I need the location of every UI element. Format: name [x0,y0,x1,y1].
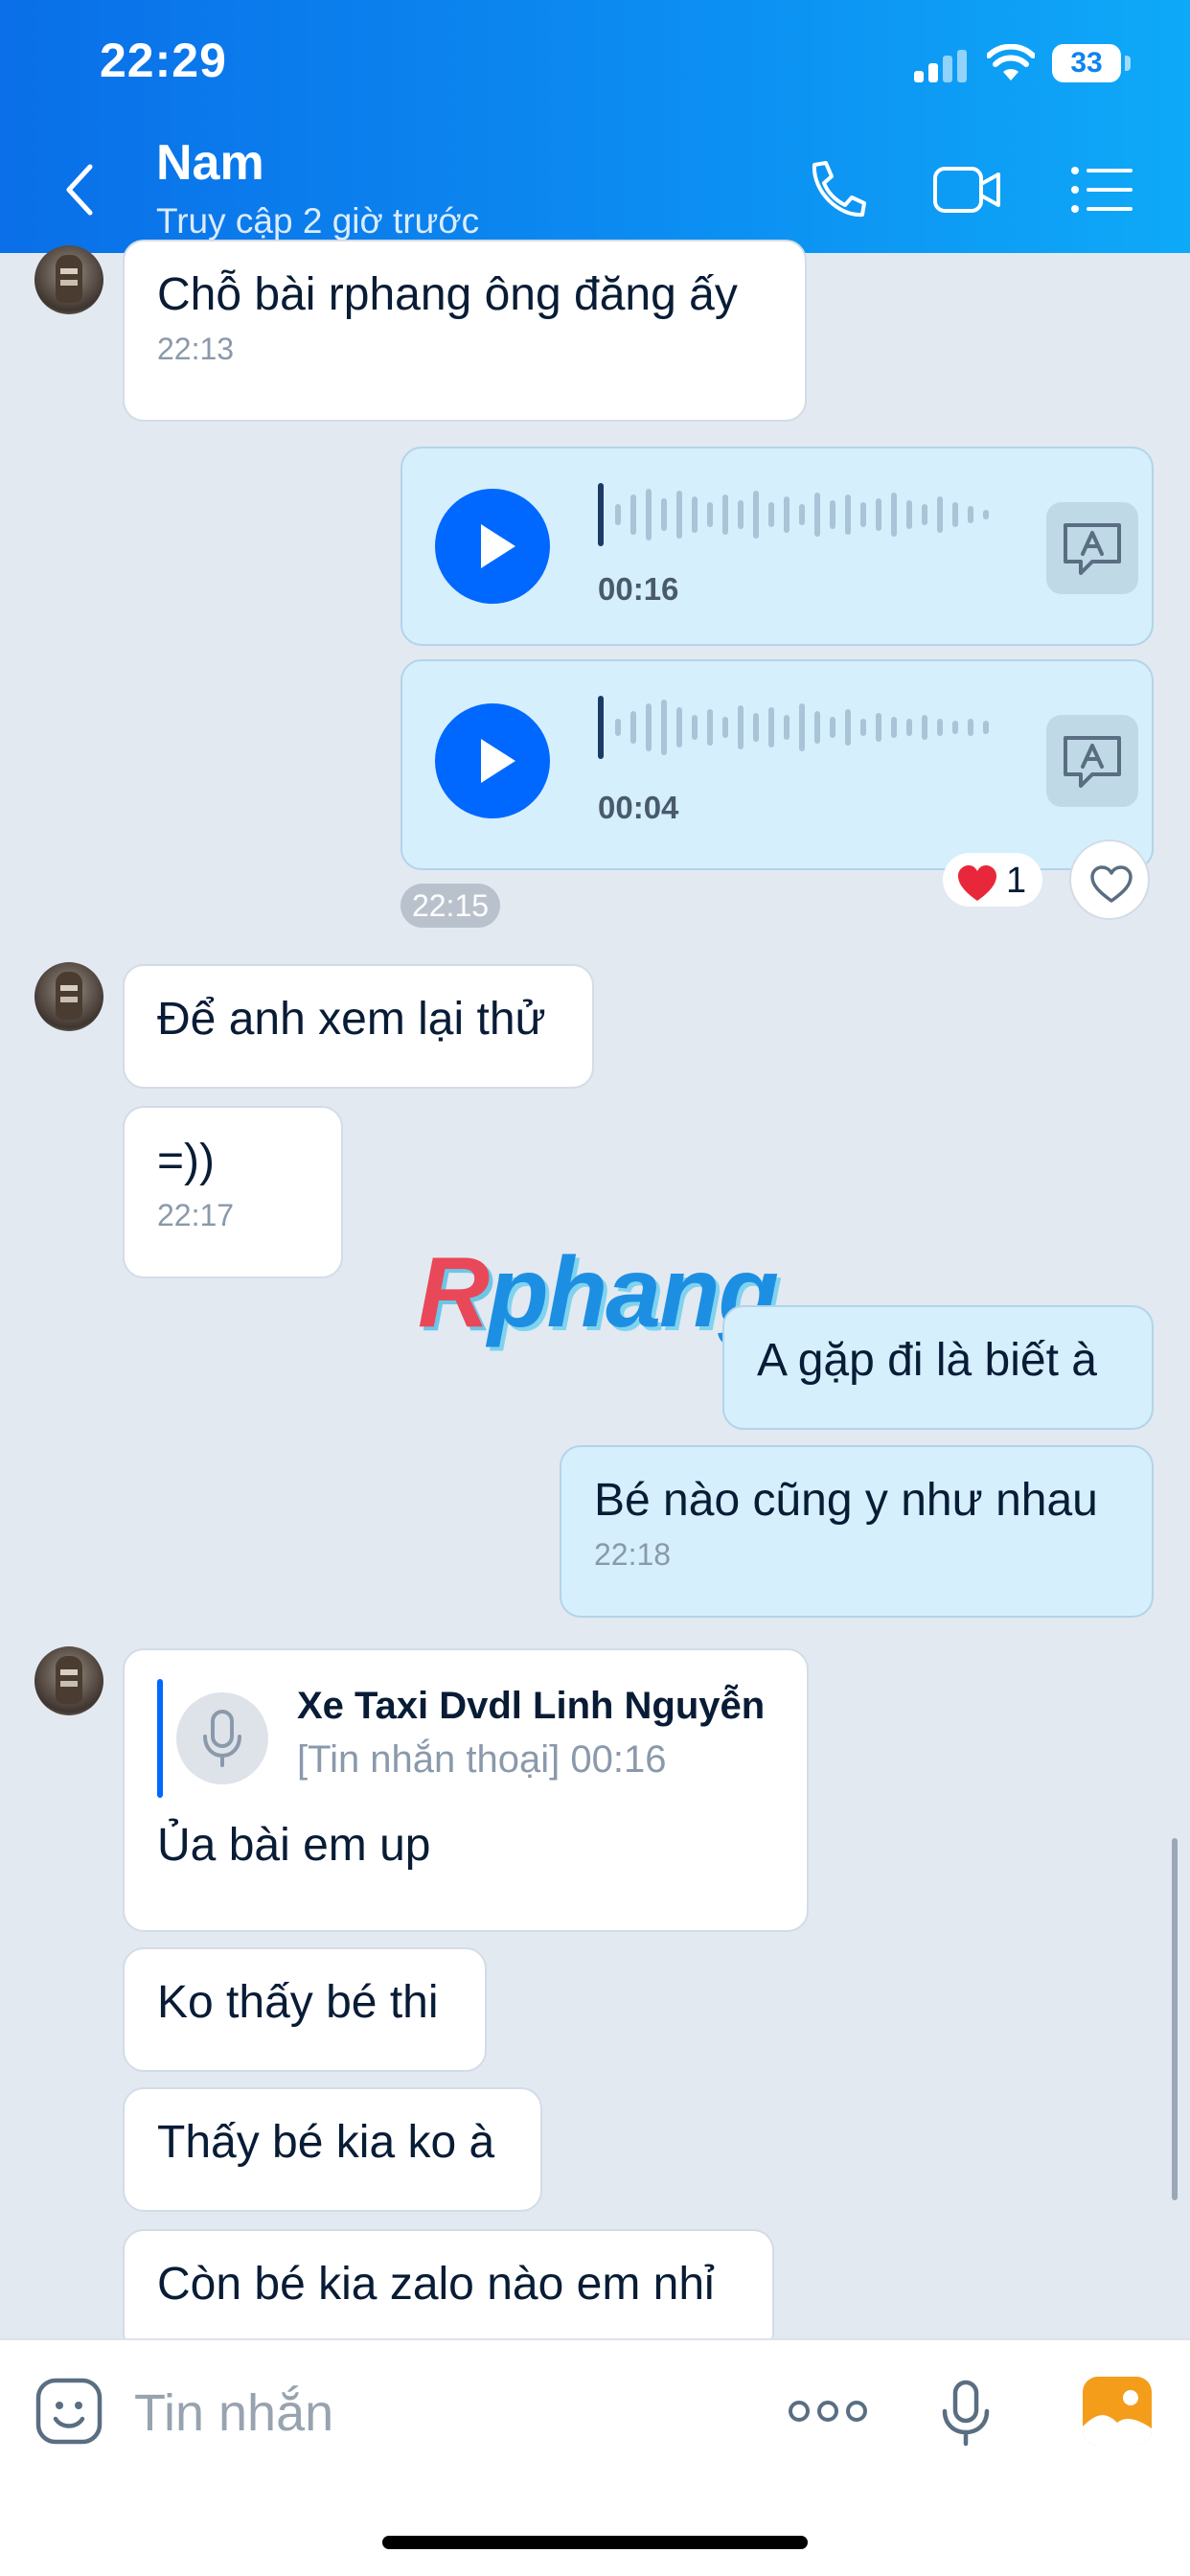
avatar[interactable] [34,962,103,1031]
message-text: Ko thấy bé thi [157,1977,439,2028]
message-bubble-incoming[interactable]: Ko thấy bé thi [123,1947,487,2072]
like-button[interactable] [1069,840,1150,920]
quote-bar [157,1679,163,1798]
voice-message[interactable]: 00:04 [400,659,1154,870]
message-time: 22:15 [400,884,500,928]
waveform [598,696,989,759]
voice-duration: 00:04 [598,790,679,825]
signal-icon [914,50,968,82]
list-menu-icon[interactable] [1067,157,1140,222]
home-indicator [382,2536,808,2549]
message-bubble-outgoing[interactable]: Bé nào cũng y như nhau 22:18 [560,1445,1154,1618]
phone-icon[interactable] [801,157,874,222]
voice-duration: 00:16 [598,571,679,607]
play-icon[interactable] [435,489,550,604]
back-chevron-icon[interactable] [57,161,103,218]
message-time: 22:18 [594,1537,672,1572]
message-input[interactable] [134,2382,709,2444]
message-text: Để anh xem lại thử [157,994,546,1045]
battery-icon: 33 [1052,44,1121,82]
video-call-icon[interactable] [931,157,1004,222]
message-text: Bé nào cũng y như nhau [594,1475,1098,1526]
transcribe-icon[interactable] [1046,502,1138,594]
image-icon[interactable] [1081,2375,1154,2448]
contact-name[interactable]: Nam [156,134,264,192]
message-bubble-incoming[interactable]: =)) 22:17 [123,1106,343,1278]
voice-message[interactable]: 00:16 [400,447,1154,646]
avatar[interactable] [34,245,103,314]
reply-quote[interactable]: Xe Taxi Dvdl Linh Nguyễn [Tin nhắn thoại… [157,1679,774,1798]
message-time: 22:17 [157,1198,235,1232]
transcribe-icon[interactable] [1046,715,1138,807]
contact-status: Truy cập 2 giờ trước [156,201,480,241]
more-dots-icon[interactable] [788,2394,868,2428]
message-time: 22:13 [157,332,235,366]
message-text: Chỗ bài rphang ông đăng ấy [157,269,738,320]
quote-sender: Xe Taxi Dvdl Linh Nguyễn [297,1685,766,1727]
message-text: Ủa bài em up [157,1820,431,1871]
message-text: A gặp đi là biết à [757,1335,1097,1386]
heart-icon [958,865,996,901]
emoji-icon[interactable] [34,2377,103,2446]
reaction-badge[interactable]: 1 [943,853,1042,907]
mic-icon[interactable] [939,2379,993,2448]
message-bubble-incoming[interactable]: Chỗ bài rphang ông đăng ấy 22:13 [123,240,807,422]
battery-tip [1125,56,1131,71]
message-bubble-incoming[interactable]: Để anh xem lại thử [123,964,594,1089]
reaction-count: 1 [1006,861,1027,901]
message-bubble-incoming[interactable]: Thấy bé kia ko à [123,2087,542,2212]
message-text: Còn bé kia zalo nào em nhỉ [157,2259,715,2310]
message-bubble-reply[interactable]: Xe Taxi Dvdl Linh Nguyễn [Tin nhắn thoại… [123,1648,809,1932]
wifi-icon [987,44,1035,80]
message-text: Thấy bé kia ko à [157,2117,495,2168]
status-time: 22:29 [100,34,227,87]
quote-text: [Tin nhắn thoại] 00:16 [297,1738,667,1781]
message-bubble-incoming[interactable]: Còn bé kia zalo nào em nhỉ [123,2229,774,2354]
mic-icon [176,1692,268,1784]
message-bubble-outgoing[interactable]: A gặp đi là biết à [722,1305,1154,1430]
chat-header: 22:29 33 Nam Truy cập 2 giờ trước [0,0,1190,253]
avatar[interactable] [34,1646,103,1715]
scrollbar[interactable] [1172,1838,1178,2200]
heart-outline-icon [1090,865,1133,903]
play-icon[interactable] [435,703,550,818]
waveform [598,483,989,546]
message-text: =)) [157,1136,215,1186]
